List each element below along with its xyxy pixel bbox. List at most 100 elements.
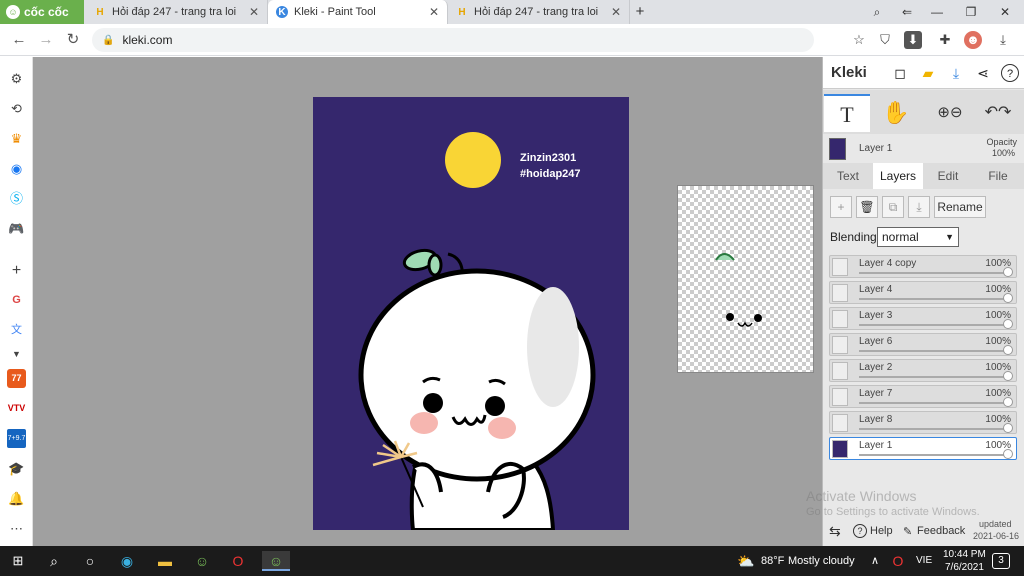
opacity-slider-handle[interactable] (1003, 293, 1013, 303)
back-arrow-icon[interactable]: ⇐ (897, 3, 917, 21)
close-tab-icon[interactable]: ✕ (429, 5, 439, 19)
swap-icon[interactable]: ⇆ (829, 523, 841, 540)
zoom-icon[interactable]: ⊕⊖ (927, 94, 973, 132)
opacity-slider-track[interactable] (859, 402, 1008, 404)
notification-center-icon[interactable]: 3 (992, 553, 1010, 569)
back-button[interactable]: ← (10, 31, 28, 49)
opacity-slider-handle[interactable] (1003, 267, 1013, 277)
tab-search-icon[interactable]: ⌕ (867, 3, 887, 21)
opacity-slider-track[interactable] (859, 376, 1008, 378)
browser-brand-button[interactable]: ☺ cốc cốc (0, 0, 84, 24)
tab-hoidap-2[interactable]: H Hỏi đáp 247 - trang tra loi ✕ (448, 0, 630, 24)
bell-icon[interactable]: 🔔 (7, 489, 26, 508)
skype-icon[interactable]: Ⓢ (7, 189, 26, 208)
chevron-up-icon[interactable]: ∧ (865, 551, 885, 571)
blending-select[interactable]: normal ▼ (877, 227, 959, 247)
coccoc-taskbar-icon[interactable]: ☺ (192, 551, 212, 571)
open-folder-icon[interactable]: ▰ (919, 64, 937, 82)
new-tab-button[interactable]: + (630, 3, 650, 21)
hand-tool-icon[interactable]: ✋ (873, 94, 919, 132)
opacity-slider-track[interactable] (859, 272, 1008, 274)
help-link[interactable]: Help (870, 525, 893, 537)
opacity-slider-handle[interactable] (1003, 319, 1013, 329)
cortana-icon[interactable]: ○ (80, 551, 100, 571)
duplicate-layer-icon[interactable]: ⧉ (882, 196, 904, 218)
search-icon[interactable]: ⌕ (44, 551, 64, 571)
chevron-down-icon[interactable]: ▼ (7, 345, 26, 364)
news77-icon[interactable]: 77 (7, 369, 26, 388)
opacity-slider-track[interactable] (859, 324, 1008, 326)
tab-kleki[interactable]: K Kleki - Paint Tool ✕ (268, 0, 448, 24)
layer-row[interactable]: Layer 3 100% (829, 307, 1017, 330)
url-field[interactable]: 🔒 kleki.com (92, 28, 814, 52)
opacity-slider-track[interactable] (859, 298, 1008, 300)
opera-tray-icon[interactable]: O (888, 551, 908, 571)
forward-button[interactable]: → (37, 31, 55, 49)
layer-row[interactable]: Layer 8 100% (829, 411, 1017, 434)
opacity-slider-handle[interactable] (1003, 371, 1013, 381)
layer-row[interactable]: Layer 7 100% (829, 385, 1017, 408)
weather-icon[interactable]: 7+9.7 (7, 429, 26, 448)
clock-time[interactable]: 10:44 PM (943, 549, 986, 560)
restore-button[interactable]: ❐ (961, 3, 981, 21)
windows-start-icon[interactable]: ⊞ (8, 551, 28, 571)
graduation-icon[interactable]: 🎓 (7, 459, 26, 478)
extensions-puzzle-icon[interactable]: ✚ (936, 31, 954, 49)
share-icon[interactable]: ⋖ (974, 64, 992, 82)
minimize-button[interactable]: — (927, 3, 947, 21)
opacity-slider-handle[interactable] (1003, 423, 1013, 433)
messenger-icon[interactable]: ◉ (7, 159, 26, 178)
tab-file[interactable]: File (973, 163, 1023, 189)
close-tab-icon[interactable]: ✕ (249, 5, 259, 19)
clock-date[interactable]: 7/6/2021 (945, 562, 984, 573)
settings-icon[interactable]: ⚙ (7, 69, 26, 88)
layer-row[interactable]: Layer 4 copy 100% (829, 255, 1017, 278)
drawing-canvas[interactable]: Zinzin2301 #hoidap247 (313, 97, 629, 530)
shield-icon[interactable]: ⛉ (876, 31, 894, 49)
tab-layers[interactable]: Layers (873, 163, 923, 189)
edge-icon[interactable]: ◉ (117, 551, 137, 571)
close-window-button[interactable]: ✕ (995, 3, 1015, 21)
vtv-icon[interactable]: VTV (7, 399, 26, 418)
layer-row[interactable]: Layer 2 100% (829, 359, 1017, 382)
coccoc-active-icon[interactable]: ☺ (262, 551, 290, 571)
opacity-slider-handle[interactable] (1003, 345, 1013, 355)
reload-button[interactable]: ↻ (64, 31, 82, 49)
delete-layer-icon[interactable]: 🗑 (856, 196, 878, 218)
language-indicator[interactable]: VIE (916, 555, 932, 566)
layer-row-selected[interactable]: Layer 1 100% (829, 437, 1017, 460)
layer-row[interactable]: Layer 4 100% (829, 281, 1017, 304)
opacity-slider-track[interactable] (859, 350, 1008, 352)
opera-icon[interactable]: O (228, 551, 248, 571)
undo-redo-icon[interactable]: ↶↷ (975, 94, 1021, 132)
text-tool-icon[interactable]: T (824, 94, 870, 132)
opacity-slider-track[interactable] (859, 428, 1008, 430)
tab-edit[interactable]: Edit (923, 163, 973, 189)
translate-icon[interactable]: 文 (7, 321, 26, 340)
tab-text[interactable]: Text (823, 163, 873, 189)
opacity-slider-handle[interactable] (1003, 397, 1013, 407)
download-box-icon[interactable]: ⬇ (904, 31, 922, 49)
bookmark-star-icon[interactable]: ☆ (850, 31, 868, 49)
gmail-icon[interactable]: G (7, 291, 26, 310)
crown-icon[interactable]: ♛ (7, 129, 26, 148)
profile-avatar[interactable]: ☻ (964, 31, 982, 49)
add-icon[interactable]: + (7, 261, 26, 280)
new-file-icon[interactable]: ◻ (891, 64, 909, 82)
close-tab-icon[interactable]: ✕ (611, 5, 621, 19)
layer-row[interactable]: Layer 6 100% (829, 333, 1017, 356)
file-explorer-icon[interactable]: ▬ (155, 551, 175, 571)
opacity-slider-handle[interactable] (1003, 449, 1013, 459)
help-icon[interactable]: ? (1001, 64, 1019, 82)
opacity-slider-track[interactable] (859, 454, 1008, 456)
gamepad-icon[interactable]: 🎮 (7, 219, 26, 238)
download-icon[interactable]: ⤓ (994, 31, 1012, 49)
rename-button[interactable]: Rename (934, 196, 986, 218)
save-download-icon[interactable]: ⤓ (947, 64, 965, 82)
history-icon[interactable]: ⟲ (7, 99, 26, 118)
feedback-link[interactable]: Feedback (917, 525, 965, 537)
merge-layer-icon[interactable]: ⤓ (908, 196, 930, 218)
more-icon[interactable]: ⋯ (7, 519, 26, 538)
tab-hoidap-1[interactable]: H Hỏi đáp 247 - trang tra loi ✕ (86, 0, 268, 24)
add-layer-icon[interactable]: + (830, 196, 852, 218)
